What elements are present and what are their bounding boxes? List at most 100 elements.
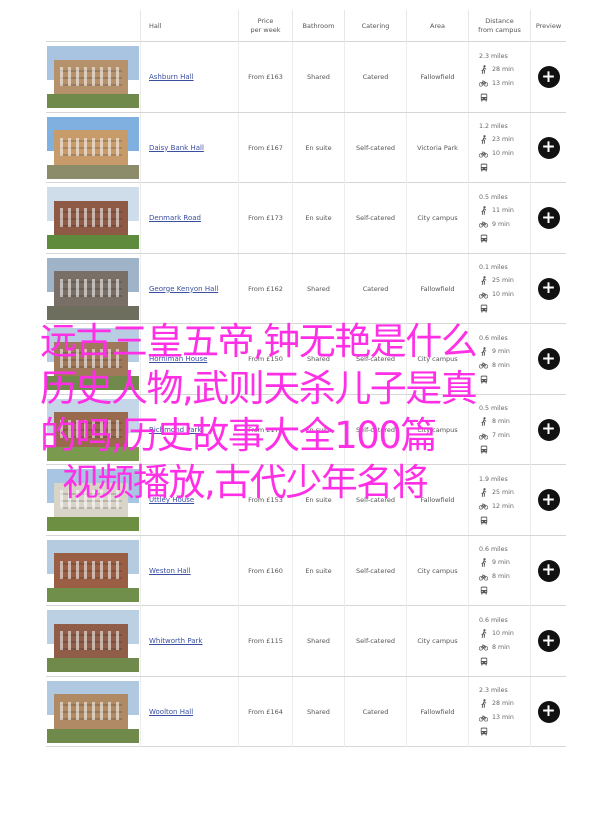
price-cell: From £153: [238, 465, 292, 535]
thumb-cell: [46, 254, 140, 324]
preview-cell: +: [530, 324, 566, 394]
area-value: City campus: [417, 425, 458, 434]
hall-photo[interactable]: [47, 398, 139, 461]
hall-photo[interactable]: [47, 46, 139, 108]
bike-value: 12 min: [492, 502, 514, 510]
hall-name-link[interactable]: Uttley House: [149, 496, 194, 504]
bike-value: 13 min: [492, 714, 514, 721]
hall-cell: Ashburn Hall: [140, 42, 238, 112]
bus-time: [479, 234, 488, 243]
col-catering: Catering: [344, 10, 406, 42]
miles-value: 1.2 miles: [479, 123, 508, 130]
bus-time: [479, 304, 488, 313]
area-value: Fallowfield: [420, 284, 455, 293]
walk-value: 9 min: [492, 559, 510, 566]
table-row: Denmark Road From £173 En suite Self-cat…: [46, 183, 566, 254]
plus-circle-icon[interactable]: +: [537, 207, 560, 229]
bus-icon: [479, 163, 488, 172]
hall-photo[interactable]: [47, 469, 139, 531]
catering-value: Self-catered: [356, 637, 395, 645]
distance-cell: 0.6 miles 9 min 8 min: [468, 535, 530, 606]
plus-circle-icon[interactable]: +: [537, 277, 560, 300]
table-row: Daisy Bank Hall From £167 En suite Self-…: [46, 112, 566, 183]
hall-name-link[interactable]: Daisy Bank Hall: [149, 144, 204, 152]
distance-cell: 0.5 miles 11 min 9 min: [468, 183, 530, 253]
bus-icon: [479, 234, 488, 243]
bike-time: 13 min: [479, 713, 514, 722]
hall-photo[interactable]: [47, 116, 139, 179]
area-value: Victoria Park: [417, 143, 458, 152]
miles-value: 0.6 miles: [479, 546, 508, 553]
catering-cell: Catered: [344, 253, 406, 324]
plus-circle-icon[interactable]: +: [537, 418, 560, 441]
hall-name-link[interactable]: George Kenyon Hall: [149, 285, 218, 293]
walk-time: 11 min: [479, 205, 514, 215]
preview-cell: +: [530, 253, 566, 324]
hall-name-link[interactable]: Horniman House: [149, 355, 207, 363]
hall-photo[interactable]: [47, 680, 139, 743]
plus-circle-icon[interactable]: +: [537, 136, 560, 159]
bike-value: 9 min: [492, 220, 510, 228]
bus-time: [479, 445, 488, 454]
bathroom-cell: Shared: [292, 253, 344, 324]
catering-cell: Self-catered: [344, 535, 406, 606]
col-hall-label: Hall: [149, 21, 162, 30]
bus-time: [479, 586, 488, 595]
hall-photo[interactable]: [47, 328, 139, 390]
bicycle-icon: [479, 79, 488, 88]
walk-time: 28 min: [479, 699, 514, 708]
thumb-cell: [46, 606, 140, 676]
hall-cell: Woolton Hall: [140, 676, 238, 747]
distance-miles: 0.1 miles: [479, 264, 508, 271]
plus-circle-icon[interactable]: +: [537, 559, 560, 582]
hall-photo[interactable]: [47, 257, 139, 320]
catering-cell: Self-catered: [344, 183, 406, 253]
bathroom-value: En suite: [305, 425, 332, 434]
bathroom-cell: Shared: [292, 42, 344, 112]
price-value: From £153: [248, 496, 283, 504]
area-cell: City campus: [406, 183, 468, 253]
price-value: From £160: [248, 566, 283, 575]
price-value: From £170: [248, 425, 283, 434]
walking-person-icon: [479, 205, 488, 215]
distance-cell: 0.5 miles 8 min 7 min: [468, 394, 530, 465]
col-bathroom: Bathroom: [292, 10, 344, 42]
walk-value: 9 min: [492, 347, 510, 355]
hall-name-link[interactable]: Weston Hall: [149, 567, 191, 575]
bicycle-icon: [479, 361, 488, 370]
distance-cell: 1.9 miles 25 min 12 min: [468, 465, 530, 535]
hall-photo[interactable]: [47, 539, 139, 602]
walk-time: 9 min: [479, 558, 510, 567]
plus-circle-icon[interactable]: +: [537, 348, 560, 370]
bike-time: 8 min: [479, 361, 510, 370]
table-row: Weston Hall From £160 En suite Self-cate…: [46, 535, 566, 606]
bike-value: 8 min: [492, 361, 510, 369]
hall-name-link[interactable]: Ashburn Hall: [149, 73, 194, 81]
plus-circle-icon[interactable]: +: [537, 489, 560, 511]
hall-name-link[interactable]: Whitworth Park: [149, 637, 202, 645]
distance-miles: 0.5 miles: [479, 405, 508, 412]
miles-value: 0.1 miles: [479, 264, 508, 271]
hall-photo[interactable]: [47, 610, 139, 672]
plus-circle-icon[interactable]: +: [537, 66, 560, 88]
col-distance-sub: from campus: [478, 26, 521, 34]
distance-miles: 1.2 miles: [479, 123, 508, 130]
col-catering-label: Catering: [361, 21, 390, 30]
bicycle-icon: [479, 149, 488, 158]
hall-name-link[interactable]: Denmark Road: [149, 214, 201, 222]
preview-cell: +: [530, 394, 566, 465]
thumb-cell: [46, 324, 140, 394]
plus-circle-icon[interactable]: +: [537, 630, 560, 652]
distance-miles: 0.5 miles: [479, 194, 508, 201]
walk-time: 25 min: [479, 276, 514, 285]
hall-name-link[interactable]: Richmond Park: [149, 426, 201, 434]
table-row: Ashburn Hall From £163 Shared Catered Fa…: [46, 42, 566, 113]
bike-time: 10 min: [479, 149, 514, 158]
table-row: Woolton Hall From £164 Shared Catered Fa…: [46, 676, 566, 747]
hall-photo[interactable]: [47, 187, 139, 249]
walk-time: 10 min: [479, 628, 514, 638]
bike-value: 8 min: [492, 643, 510, 651]
plus-circle-icon[interactable]: +: [537, 700, 560, 723]
price-value: From £150: [248, 355, 283, 363]
hall-name-link[interactable]: Woolton Hall: [149, 708, 193, 716]
